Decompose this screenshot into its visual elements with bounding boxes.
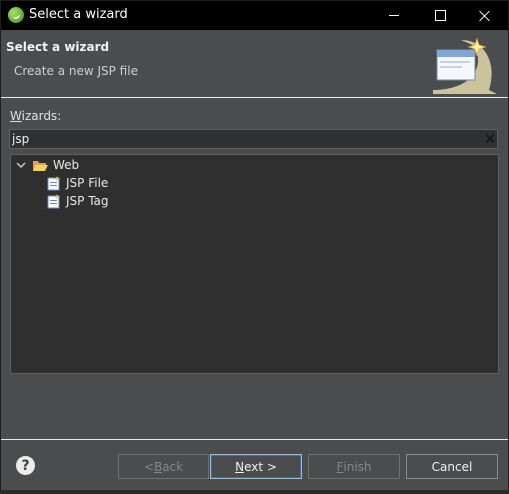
close-button[interactable] [462, 1, 508, 30]
wizard-banner: Select a wizard Create a new JSP file [1, 30, 508, 98]
wizards-label-mnemonic: W [10, 109, 22, 123]
wizard-filter-input[interactable] [12, 131, 472, 147]
wizard-filter-field[interactable] [9, 129, 498, 149]
tree-item-jsp-file[interactable]: JSP File [47, 174, 108, 192]
banner-title: Select a wizard [6, 40, 110, 54]
clear-filter-icon[interactable] [485, 134, 494, 143]
wizard-dialog: Select a wizard Select a wizard Create a… [0, 0, 509, 494]
cancel-button[interactable]: Cancel [406, 454, 498, 479]
tree-item-jsp-tag[interactable]: JSP Tag [47, 192, 109, 210]
finish-button-mnemonic: F [336, 459, 344, 474]
back-button[interactable]: < Back [118, 454, 209, 479]
back-button-mnemonic: B [153, 459, 163, 474]
tree-item-label: JSP Tag [66, 194, 109, 208]
maximize-icon [434, 10, 446, 21]
title-bar[interactable]: Select a wizard [1, 1, 508, 30]
finish-button[interactable]: Finish [308, 454, 400, 479]
open-folder-icon [33, 160, 48, 171]
footer-divider [1, 439, 508, 440]
banner-subtitle: Create a new JSP file [14, 64, 138, 78]
next-button-text: ext > [244, 459, 277, 474]
tree-item-label: JSP File [66, 176, 109, 190]
back-button-text: ack [162, 459, 184, 474]
window-title: Select a wizard [29, 7, 128, 22]
jsp-tag-icon [47, 193, 61, 208]
chevron-down-icon[interactable] [15, 159, 27, 171]
wizard-tree[interactable]: Web JSP File JSP Tag [10, 154, 499, 374]
maximize-button[interactable] [417, 1, 463, 30]
close-icon [479, 10, 491, 22]
next-button-mnemonic: N [235, 459, 245, 474]
spring-tool-suite-icon [8, 7, 24, 23]
help-icon[interactable]: ? [16, 456, 35, 475]
background-strip [0, 490, 509, 494]
minimize-button[interactable] [371, 1, 417, 30]
next-button[interactable]: Next > [210, 454, 302, 479]
tree-category-web[interactable]: Web [15, 156, 79, 174]
wizards-label: Wizards: [10, 109, 61, 123]
wizards-label-text: izards: [21, 109, 62, 123]
back-button-prefix: < [143, 459, 154, 474]
finish-button-text: inish [343, 459, 372, 474]
minimize-icon [389, 15, 399, 16]
jsp-file-icon [47, 175, 61, 190]
tree-category-label: Web [53, 158, 80, 172]
new-wizard-banner-icon [433, 37, 497, 94]
